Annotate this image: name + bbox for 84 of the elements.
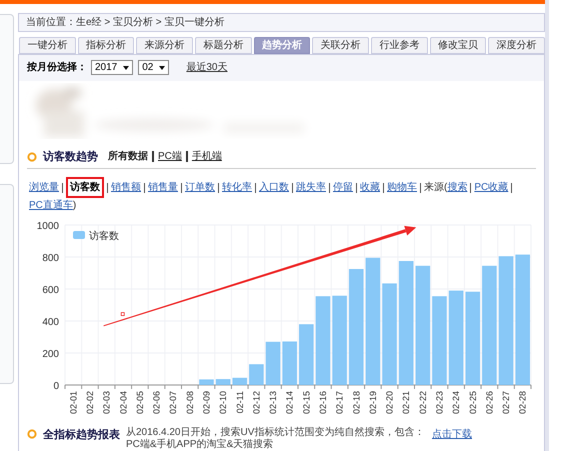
axis-label: 02-22 [418, 391, 428, 414]
axis-label: 02-19 [368, 391, 378, 414]
axis-label: 02-01 [68, 391, 78, 414]
axis-label: 02-20 [384, 391, 395, 414]
source-link[interactable]: PC收藏 [474, 180, 508, 195]
metric-link[interactable]: 跳失率 [296, 180, 326, 195]
metric-link[interactable]: 收藏 [360, 180, 380, 195]
tab[interactable]: 修改宝贝 [430, 36, 486, 54]
download-link[interactable]: 点击下载 [432, 427, 472, 442]
metric-link[interactable]: 购物车 [387, 180, 417, 195]
recent-link[interactable]: 最近30天 [186, 60, 228, 75]
axis-label: 02-16 [318, 391, 328, 414]
bar [216, 379, 230, 385]
axis-label: 02-18 [351, 391, 362, 414]
tab[interactable]: 关联分析 [312, 36, 370, 54]
axis-label: 02-10 [218, 391, 228, 414]
source-link[interactable]: PC直通车 [29, 198, 73, 213]
month-select[interactable]: 02 [138, 60, 170, 75]
axis-label: 200 [42, 349, 59, 360]
axis-label: 02-09 [201, 391, 212, 414]
axis-label: 02-05 [134, 391, 145, 414]
year-select[interactable]: 2017 [91, 60, 134, 75]
metric-link[interactable]: 访客数 [66, 177, 104, 198]
axis-label: 02-28 [518, 391, 528, 414]
section-title: 访客数趋势 [43, 150, 98, 164]
square-marker [120, 312, 125, 316]
source-label: 来源( [424, 180, 448, 195]
bar [199, 379, 214, 385]
metric-link[interactable]: 销售额 [111, 180, 141, 195]
bar [299, 324, 314, 385]
circle-icon [27, 429, 37, 439]
axis-label: 02-08 [184, 391, 195, 414]
circle-icon [27, 152, 37, 162]
filter-link[interactable]: PC端 [158, 149, 182, 164]
month-label: 按月份选择： [27, 60, 87, 75]
tab[interactable]: 标题分析 [195, 36, 252, 54]
axis-label: 02-23 [434, 391, 444, 414]
axis-label: 02-07 [168, 391, 178, 414]
legend-label: 访客数 [89, 231, 119, 242]
axis-label: 02-14 [284, 391, 295, 414]
bar [282, 341, 297, 385]
bar [266, 342, 280, 385]
axis-label: 02-03 [102, 391, 112, 414]
report-note: 从2016.4.20日开始，搜索UV指标统计范围变为纯自然搜索，包含：PC端&手机APP的淘宝&天猫搜索 [126, 427, 426, 451]
source-bracket: ) [72, 200, 76, 213]
breadcrumb: 当前位置：生e经 > 宝贝分析 > 宝贝一键分析 [26, 16, 224, 30]
axis-label: 02-17 [334, 391, 345, 414]
axis-label: 02-13 [268, 391, 278, 414]
metric-link[interactable]: 浏览量 [29, 180, 59, 195]
filter-link[interactable]: 手机端 [192, 149, 222, 164]
metric-link[interactable]: 销售量 [148, 180, 178, 195]
axis-label: 02-06 [152, 391, 162, 414]
metric-link[interactable]: 转化率 [222, 180, 252, 195]
axis-label: 02-11 [234, 391, 245, 414]
tab[interactable]: 深度分析 [488, 36, 546, 54]
axis-label: 02-21 [401, 391, 412, 414]
bar [249, 364, 264, 385]
bar [232, 378, 248, 385]
dropdown-caret-icon [123, 66, 130, 70]
tab[interactable]: 指标分析 [78, 36, 134, 54]
dropdown-caret-icon [159, 66, 166, 70]
axis-label: 400 [42, 317, 59, 328]
axis-label: 02-04 [118, 391, 128, 414]
axis-label: 02-02 [84, 391, 95, 414]
source-link[interactable]: 搜索 [447, 180, 468, 195]
axis-label: 02-27 [501, 391, 512, 414]
axis-label: 02-12 [251, 391, 262, 414]
tab[interactable]: 行业参考 [371, 36, 428, 54]
report-title: 全指标趋势报表 [43, 428, 120, 443]
axis-label: 600 [42, 285, 59, 296]
axis-label: 02-24 [451, 391, 462, 414]
axis-label: 800 [42, 253, 59, 264]
axis-label: 0 [53, 381, 59, 392]
axis-label: 02-26 [484, 391, 494, 414]
tab[interactable]: 一键分析 [19, 36, 76, 54]
axis-label: 02-15 [301, 391, 312, 414]
metric-link[interactable]: 订单数 [185, 180, 215, 195]
tab[interactable]: 来源分析 [136, 36, 194, 54]
axis-label: 1000 [36, 221, 59, 232]
metric-link[interactable]: 停留 [333, 180, 353, 195]
legend-swatch [73, 231, 85, 239]
filter-link[interactable]: 所有数据 [108, 149, 148, 164]
axis-label: 02-25 [468, 391, 478, 414]
metric-link[interactable]: 入口数 [259, 180, 289, 195]
